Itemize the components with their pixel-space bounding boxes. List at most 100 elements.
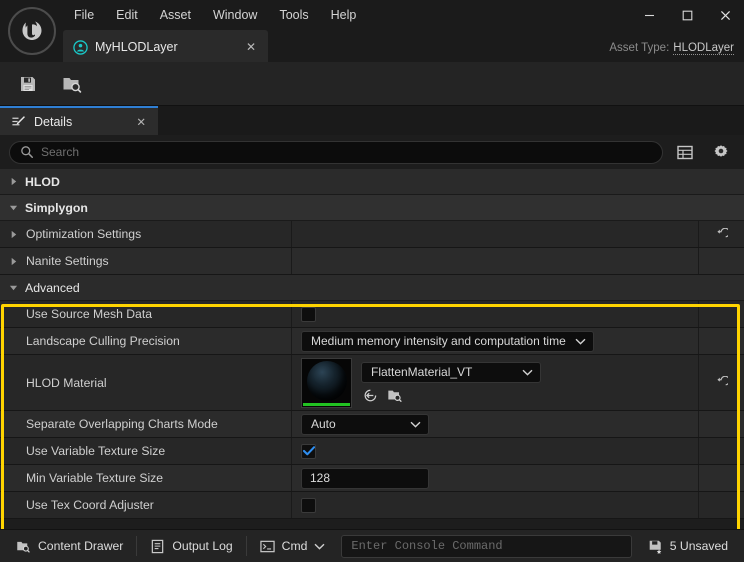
thumbnail-status-bar [303,402,350,406]
row-value-cell: Auto [292,411,699,437]
menu-file[interactable]: File [63,6,105,25]
reset-cell [699,411,744,437]
material-sphere-thumbnail[interactable] [301,357,352,408]
asset-tab-row: MyHLODLayer ✕ [63,30,268,62]
row-label: Landscape Culling Precision [26,334,180,348]
category-simplygon[interactable]: Simplygon [0,195,744,221]
asset-type-value[interactable]: HLODLayer [673,42,734,55]
reset-arrow-icon[interactable] [715,376,728,389]
status-bar-right: 5 Unsaved [638,534,738,559]
view-options-button[interactable] [707,138,735,166]
use-selected-asset-button[interactable] [362,387,379,404]
asset-value: FlattenMaterial_VT [371,365,473,379]
menu-window[interactable]: Window [202,6,268,25]
row-label: Separate Overlapping Charts Mode [26,417,218,431]
details-tab-close-icon[interactable]: ✕ [133,115,149,129]
chevron-down-icon [575,338,586,345]
row-name-cell: Use Tex Coord Adjuster [0,492,292,518]
row-min-variable-texture-size[interactable]: Min Variable Texture Size 128 [0,465,744,492]
output-log-button[interactable]: Output Log [140,534,242,559]
unsaved-button[interactable]: 5 Unsaved [638,534,738,559]
row-use-tex-coord-adjuster[interactable]: Use Tex Coord Adjuster [0,492,744,519]
close-button[interactable] [706,0,744,30]
menu-edit[interactable]: Edit [105,6,149,25]
row-name-cell: HLOD Material [0,355,292,410]
maximize-button[interactable] [668,0,706,30]
row-name-cell: Use Variable Texture Size [0,438,292,464]
minimize-button[interactable] [630,0,668,30]
tab-details[interactable]: Details ✕ [0,106,158,135]
menu-asset[interactable]: Asset [149,6,202,25]
row-label: Nanite Settings [26,254,109,268]
use-tex-coord-adjuster-checkbox[interactable] [301,497,316,513]
unreal-engine-logo [8,7,56,55]
row-label: Min Variable Texture Size [26,471,164,485]
unreal-editor-window: File Edit Asset Window Tools Help MyHLOD… [0,0,744,562]
chevron-right-icon[interactable] [9,230,18,239]
status-separator [136,536,138,556]
console-command-input[interactable] [351,539,622,553]
chevron-down-icon [410,421,421,428]
content-drawer-button[interactable]: Content Drawer [6,534,133,559]
row-value-cell: FlattenMaterial_VT [292,355,699,410]
hlod-material-asset-picker[interactable]: FlattenMaterial_VT [361,361,541,383]
column-view-button[interactable] [671,138,699,166]
row-value-cell [292,221,699,247]
console-command-input-wrap[interactable] [341,534,632,558]
row-label: Optimization Settings [26,227,142,241]
row-nanite-settings[interactable]: Nanite Settings [0,248,744,275]
chevron-down-icon [314,543,325,550]
save-button[interactable] [14,70,42,98]
category-hlod-label: HLOD [25,174,60,189]
row-use-source-mesh-data[interactable]: Use Source Mesh Data [0,301,744,328]
row-use-variable-texture-size[interactable]: Use Variable Texture Size [0,438,744,465]
category-hlod[interactable]: HLOD [0,169,744,195]
reset-cell [699,301,744,327]
browse-button[interactable] [58,70,86,98]
browse-folder-icon [387,390,402,402]
menu-bar: File Edit Asset Window Tools Help [63,0,367,30]
row-landscape-culling-precision[interactable]: Landscape Culling Precision Medium memor… [0,328,744,355]
menu-help[interactable]: Help [320,6,368,25]
reset-cell [699,492,744,518]
browse-to-asset-button[interactable] [386,387,403,404]
separate-overlapping-charts-mode-dropdown[interactable]: Auto [301,413,429,435]
category-advanced[interactable]: Advanced [0,275,744,301]
row-name-cell: Nanite Settings [0,248,292,274]
row-optimization-settings[interactable]: Optimization Settings [0,221,744,248]
asset-type-indicator: Asset Type: HLODLayer [609,42,734,55]
status-bar: Content Drawer Output Log Cmd Enter Cons… [0,529,744,562]
row-name-cell: Use Source Mesh Data [0,301,292,327]
use-variable-texture-size-checkbox[interactable] [301,443,316,459]
material-action-buttons [361,387,541,404]
cmd-label: Cmd [281,539,308,553]
reset-cell[interactable] [699,221,744,247]
asset-tab-close-icon[interactable]: ✕ [242,41,260,53]
number-value: 128 [310,471,331,485]
asset-tab-myhlodlayer[interactable]: MyHLODLayer ✕ [63,30,268,62]
menu-tools[interactable]: Tools [268,6,319,25]
window-controls [630,0,744,30]
reset-cell [699,248,744,274]
min-variable-texture-size-input[interactable]: 128 [301,467,429,489]
output-log-label: Output Log [172,539,233,553]
use-source-mesh-data-checkbox[interactable] [301,306,316,322]
row-separate-overlapping-charts-mode[interactable]: Separate Overlapping Charts Mode Auto [0,411,744,438]
reset-cell[interactable] [699,355,744,410]
category-simplygon-label: Simplygon [25,200,88,215]
search-box[interactable] [9,140,663,164]
cmd-dropdown-button[interactable]: Cmd [250,534,336,559]
search-row [0,135,744,169]
search-input[interactable] [41,145,652,159]
output-log-icon [152,539,164,553]
reset-arrow-icon[interactable] [715,227,728,241]
search-icon [21,146,33,158]
landscape-culling-precision-dropdown[interactable]: Medium memory intensity and computation … [301,330,594,352]
details-panel: Details ✕ Search HLOD Simplygon Optimiza… [0,106,744,529]
property-list: HLOD Simplygon Optimization Settings Nan… [0,169,744,529]
row-hlod-material[interactable]: HLOD Material FlattenMaterial_VT [0,355,744,411]
chevron-right-icon[interactable] [9,257,18,266]
row-name-cell: Landscape Culling Precision [0,328,292,354]
dropdown-value: Medium memory intensity and computation … [311,334,566,348]
row-value-cell [292,248,699,274]
